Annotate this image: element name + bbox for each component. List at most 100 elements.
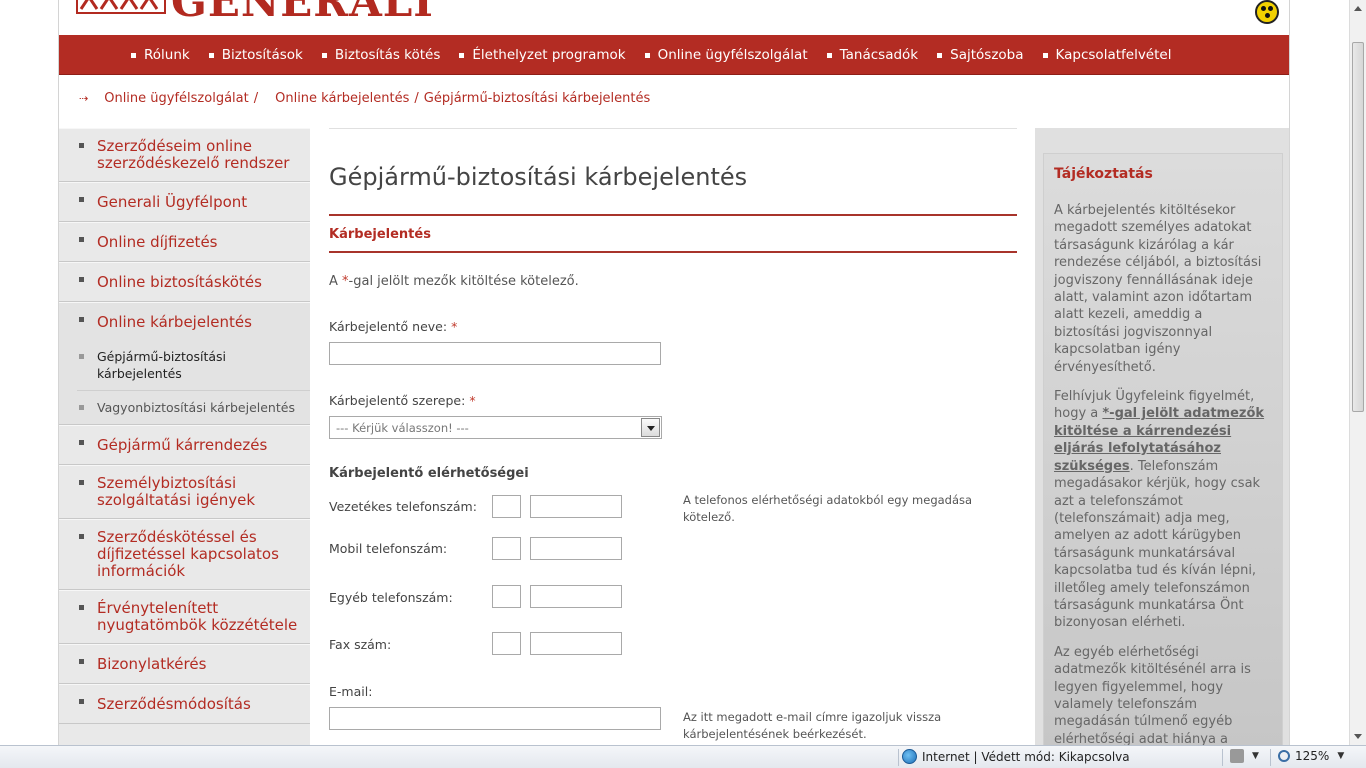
other-number-input[interactable] bbox=[530, 585, 622, 608]
info-box: Tájékoztatás A kárbejelentés kitöltéseko… bbox=[1043, 153, 1283, 745]
nav-item-tanacsadok[interactable]: Tanácsadók bbox=[826, 47, 919, 63]
sidebar-item-online-dijfizetes[interactable]: Online díjfizetés bbox=[59, 222, 310, 262]
bullet-icon bbox=[1042, 52, 1048, 58]
bullet-icon bbox=[79, 237, 84, 242]
name-label-text: Kárbejelentő neve: bbox=[329, 319, 448, 334]
sidebar-subitem-vagyonbiztositasi[interactable]: Vagyonbiztosítási kárbejelentés bbox=[77, 391, 310, 424]
sidebar-submenu: Gépjármű-biztosítási kárbejelentés Vagyo… bbox=[59, 340, 310, 425]
breadcrumb-arrow-icon: ⇢ bbox=[79, 92, 89, 105]
sidebar-item-online-karbejelentes[interactable]: Online kárbejelentés bbox=[59, 302, 310, 340]
bullet-icon bbox=[79, 277, 84, 282]
sidebar-item-generali-ugyfelpont[interactable]: Generali Ügyfélpont bbox=[59, 182, 310, 222]
zoom-control[interactable]: 125% ▼ bbox=[1278, 749, 1344, 763]
info-text: . Telefonszám megadásakor kérjük, hogy c… bbox=[1054, 458, 1261, 631]
breadcrumb-link-online-ugyfelszolgalat[interactable]: Online ügyfélszolgálat bbox=[104, 91, 249, 106]
bullet-icon bbox=[79, 143, 84, 148]
browser-viewport: GENERALI Rólunk Biztosítások Biztosítás … bbox=[0, 0, 1349, 745]
sidebar-item-label: Generali Ügyfélpont bbox=[97, 193, 248, 211]
sidebar-item-szerzodesmodositas[interactable]: Szerződésmódosítás bbox=[59, 684, 310, 724]
nav-label: Online ügyfélszolgálat bbox=[657, 47, 808, 63]
fax-label: Fax szám: bbox=[329, 637, 392, 652]
main-content: Gépjármű-biztosítási kárbejelentés Kárbe… bbox=[329, 128, 1017, 741]
scroll-down-icon[interactable] bbox=[1350, 728, 1366, 745]
nav-item-online-ugyfelszolgalat[interactable]: Online ügyfélszolgálat bbox=[644, 47, 808, 63]
breadcrumb-separator: / bbox=[414, 91, 419, 106]
nav-item-sajtoszoba[interactable]: Sajtószoba bbox=[937, 47, 1024, 63]
sidebar-item-label: Érvénytelenített nyugtatömbök közzététel… bbox=[97, 599, 298, 634]
sidebar-item-label: Szerződésmódosítás bbox=[97, 695, 251, 713]
sidebar-item-label: Bizonylatkérés bbox=[97, 655, 207, 673]
page-container: GENERALI Rólunk Biztosítások Biztosítás … bbox=[58, 0, 1290, 745]
logo-wordmark: GENERALI bbox=[171, 0, 434, 26]
bullet-icon bbox=[79, 605, 84, 610]
info-paragraph: Felhívjuk Ügyfeleink figyelmét, hogy a *… bbox=[1054, 388, 1272, 632]
bullet-icon bbox=[644, 52, 650, 58]
sidebar-subitem-label: Vagyonbiztosítási kárbejelentés bbox=[97, 400, 295, 415]
main-navigation: Rólunk Biztosítások Biztosítás kötés Éle… bbox=[59, 35, 1289, 75]
bullet-icon bbox=[79, 317, 84, 322]
sidebar-subitem-label: Gépjármű-biztosítási kárbejelentés bbox=[97, 349, 227, 381]
breadcrumb-link-online-karbejelentes[interactable]: Online kárbejelentés bbox=[275, 91, 409, 106]
fax-number-input[interactable] bbox=[530, 632, 622, 655]
scrollbar-thumb[interactable] bbox=[1352, 42, 1364, 412]
reporter-role-select[interactable]: --- Kérjük válasszon! --- bbox=[329, 416, 662, 439]
nav-item-kapcsolatfelvetel[interactable]: Kapcsolatfelvétel bbox=[1042, 47, 1172, 63]
landline-number-input[interactable] bbox=[530, 495, 622, 518]
sidebar-item-ervenytelenitett[interactable]: Érvénytelenített nyugtatömbök közzététel… bbox=[59, 590, 310, 644]
nav-item-biztositasok[interactable]: Biztosítások bbox=[208, 47, 303, 63]
nav-label: Biztosítás kötés bbox=[334, 47, 441, 63]
reporter-name-input[interactable] bbox=[329, 342, 661, 365]
landline-area-code-input[interactable] bbox=[492, 495, 521, 518]
role-label-text: Kárbejelentő szerepe: bbox=[329, 393, 466, 408]
nav-label: Tanácsadók bbox=[839, 47, 919, 63]
breadcrumb-current: Gépjármű-biztosítási kárbejelentés bbox=[423, 91, 651, 106]
sidebar: Szerződéseim online szerződéskezelő rend… bbox=[59, 128, 310, 745]
generali-logo[interactable]: GENERALI bbox=[75, 0, 434, 26]
divider bbox=[329, 214, 1017, 216]
sidebar-item-online-biztositaskotes[interactable]: Online biztosításkötés bbox=[59, 262, 310, 302]
sidebar-item-label: Személybiztosítási szolgáltatási igények bbox=[97, 474, 256, 509]
sidebar-item-szerzodeseim[interactable]: Szerződéseim online szerződéskezelő rend… bbox=[59, 128, 310, 182]
info-title: Tájékoztatás bbox=[1054, 166, 1153, 182]
other-phone-label: Egyéb telefonszám: bbox=[329, 590, 453, 605]
sidebar-item-szemelybiztositasi[interactable]: Személybiztosítási szolgáltatási igények bbox=[59, 465, 310, 519]
bullet-icon bbox=[937, 52, 943, 58]
page-title: Gépjármű-biztosítási kárbejelentés bbox=[329, 163, 748, 191]
role-label: Kárbejelentő szerepe: * bbox=[329, 393, 476, 408]
sidebar-item-gepjarmu-karrendezes[interactable]: Gépjármű kárrendezés bbox=[59, 425, 310, 465]
sidebar-subitem-gepjarmu[interactable]: Gépjármű-biztosítási kárbejelentés bbox=[77, 340, 310, 391]
nav-label: Kapcsolatfelvétel bbox=[1055, 47, 1172, 63]
fax-area-code-input[interactable] bbox=[492, 632, 521, 655]
scroll-up-icon[interactable] bbox=[1350, 0, 1366, 17]
globe-icon bbox=[902, 749, 917, 764]
shield-icon bbox=[1230, 749, 1244, 763]
sidebar-item-bizonylatkeres[interactable]: Bizonylatkérés bbox=[59, 644, 310, 684]
divider bbox=[898, 749, 899, 766]
divider bbox=[1270, 749, 1271, 766]
nav-item-rolunk[interactable]: Rólunk bbox=[131, 47, 190, 63]
zoom-level: 125% bbox=[1295, 749, 1330, 763]
other-area-code-input[interactable] bbox=[492, 585, 521, 608]
status-bar: Internet | Védett mód: Kikapcsolva ▼ 125… bbox=[0, 745, 1366, 768]
breadcrumb-separator: / bbox=[253, 91, 259, 106]
chevron-down-icon[interactable] bbox=[641, 418, 660, 437]
nav-label: Biztosítások bbox=[221, 47, 303, 63]
phone-hint: A telefonos elérhetőségi adatokból egy m… bbox=[683, 493, 973, 524]
mobile-number-input[interactable] bbox=[530, 537, 622, 560]
sidebar-item-szerzodeskotessel[interactable]: Szerződéskötéssel és díjfizetéssel kapcs… bbox=[59, 519, 310, 590]
accessibility-icon[interactable] bbox=[1255, 0, 1279, 24]
security-zone[interactable]: Internet | Védett mód: Kikapcsolva bbox=[902, 749, 1130, 764]
protected-mode-button[interactable]: ▼ bbox=[1230, 749, 1259, 763]
bullet-icon bbox=[79, 197, 84, 202]
email-input[interactable] bbox=[329, 707, 661, 730]
nav-item-elethelyzet-programok[interactable]: Élethelyzet programok bbox=[459, 47, 626, 63]
mobile-label: Mobil telefonszám: bbox=[329, 541, 448, 556]
required-star: * bbox=[451, 319, 458, 334]
required-note-prefix: A bbox=[329, 274, 343, 289]
vertical-scrollbar[interactable] bbox=[1349, 0, 1366, 745]
lion-logo-icon bbox=[76, 0, 166, 14]
name-label: Kárbejelentő neve: * bbox=[329, 319, 457, 334]
nav-item-biztositas-kotes[interactable]: Biztosítás kötés bbox=[321, 47, 441, 63]
chevron-down-icon: ▼ bbox=[1337, 751, 1345, 761]
mobile-area-code-input[interactable] bbox=[492, 537, 521, 560]
